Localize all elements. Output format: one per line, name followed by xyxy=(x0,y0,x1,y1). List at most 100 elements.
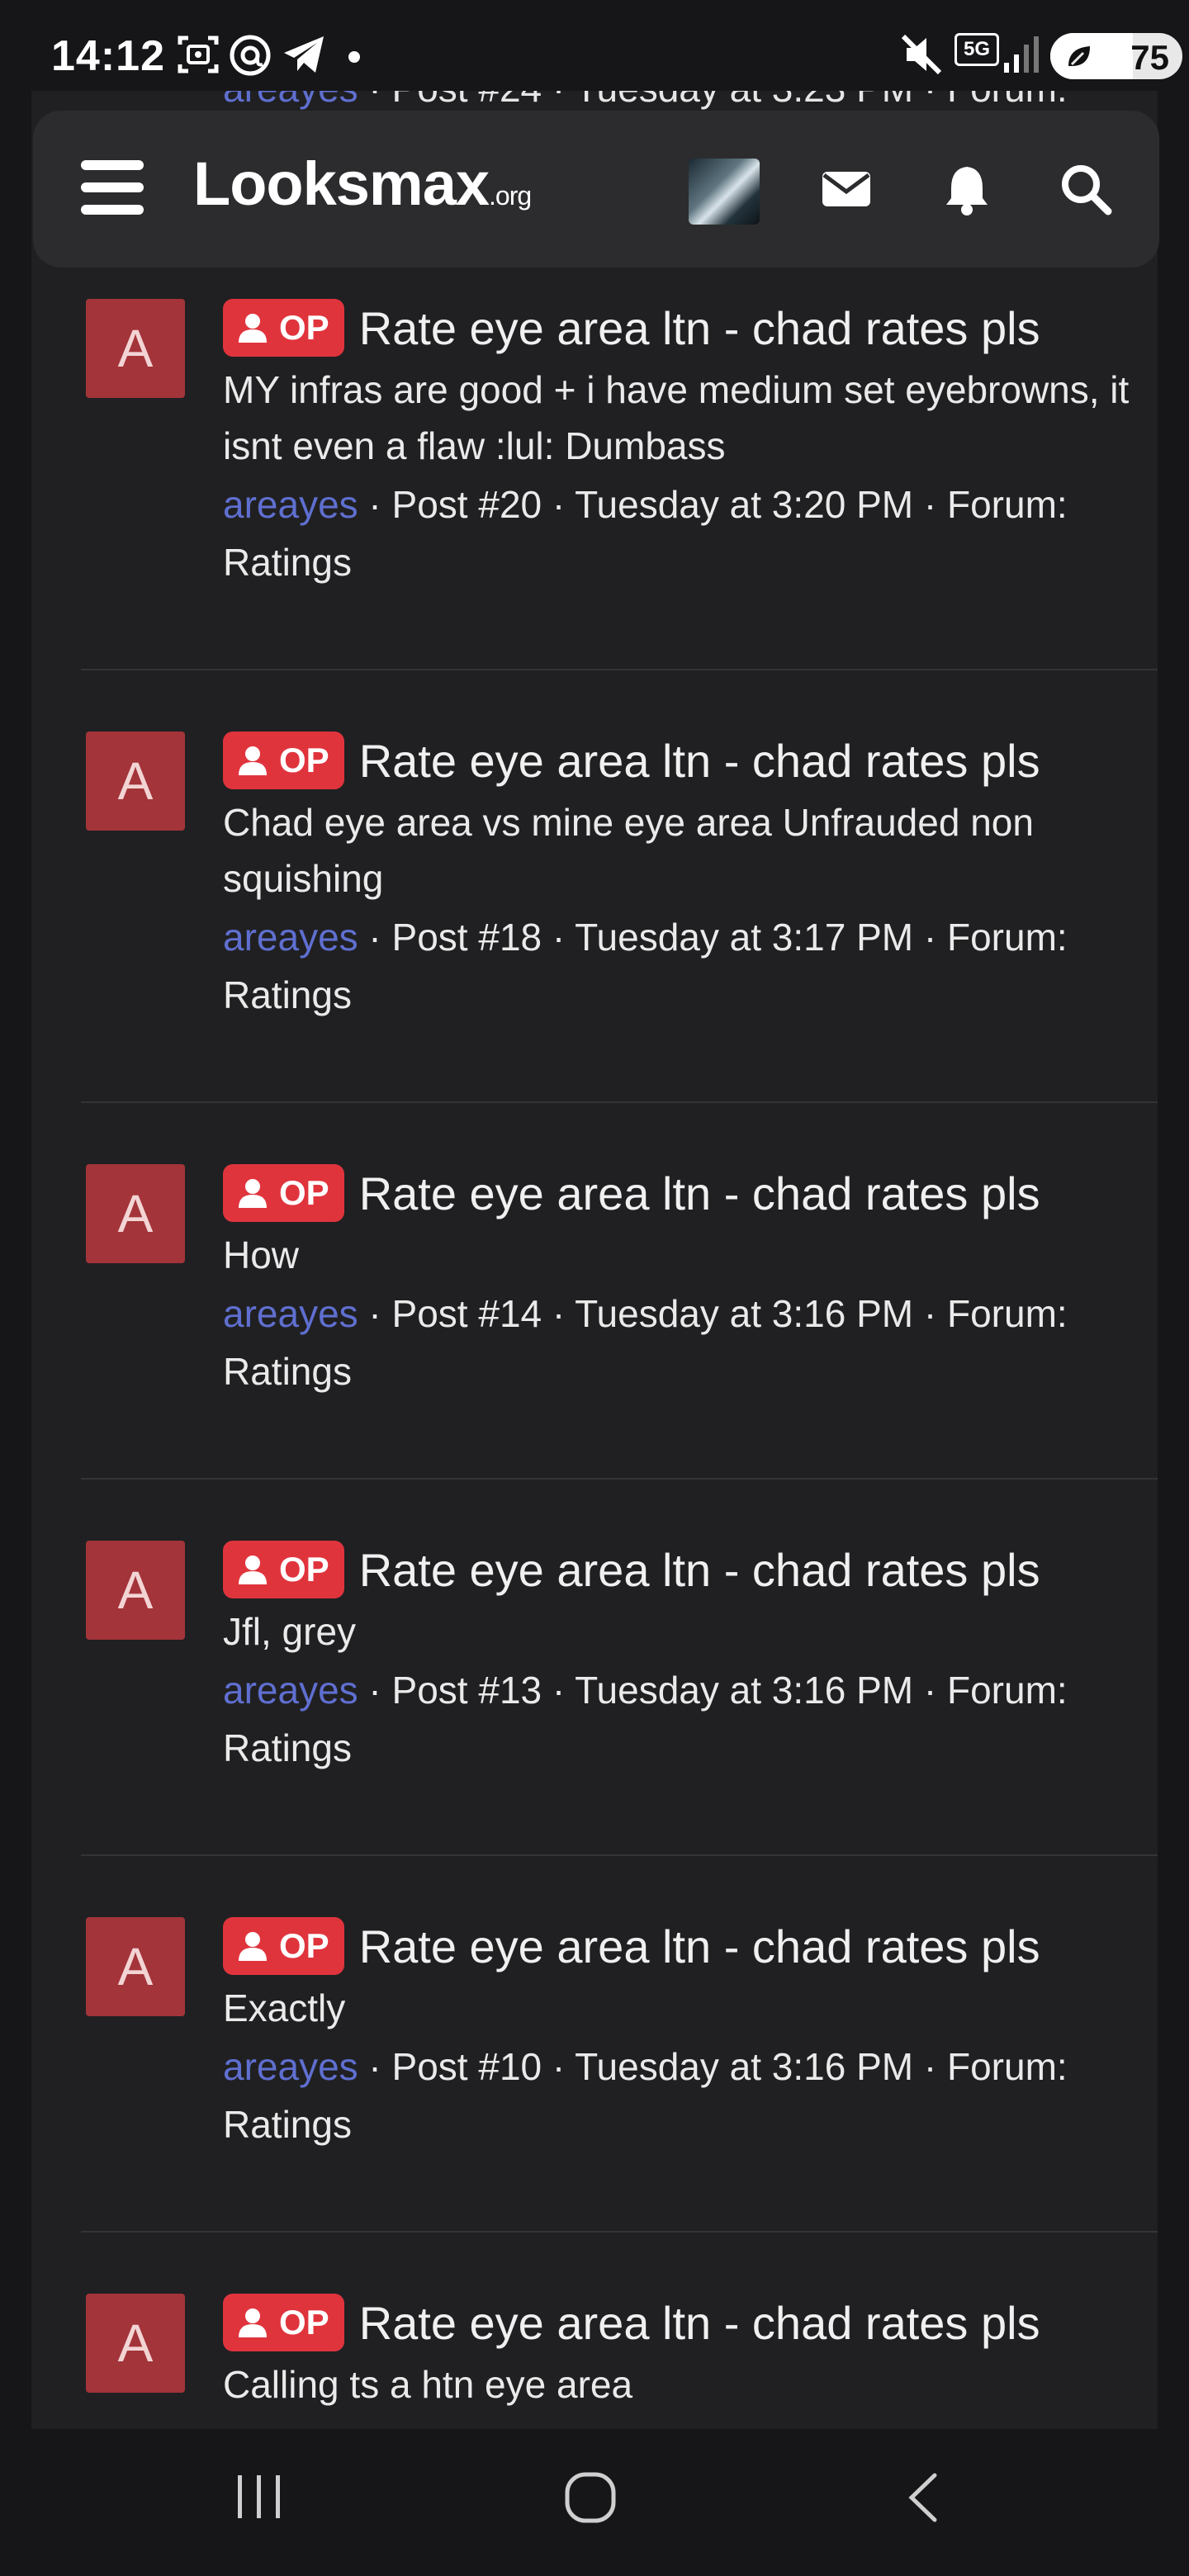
avatar[interactable]: A xyxy=(86,1541,185,1640)
post-title-line: OP Rate eye area ltn - chad rates pls xyxy=(223,1917,1139,1975)
username-link[interactable]: areayes xyxy=(223,1669,358,1712)
forum-link[interactable]: Ratings xyxy=(223,1350,352,1393)
post-divider xyxy=(81,1854,1158,1856)
post-title-line: OP Rate eye area ltn - chad rates pls xyxy=(223,732,1139,789)
forum-link[interactable]: Ratings xyxy=(223,541,352,584)
op-badge-label: OP xyxy=(279,1926,329,1965)
post-body: OP Rate eye area ltn - chad rates pls MY… xyxy=(223,299,1139,591)
mail-icon[interactable] xyxy=(817,160,875,218)
partial-meta-text: · Post #24 · Tuesday at 3:23 PM · Forum: xyxy=(358,91,1067,110)
battery-indicator: 75 xyxy=(1050,33,1182,79)
avatar[interactable]: A xyxy=(86,732,185,831)
avatar[interactable]: A xyxy=(86,1917,185,2016)
user-icon xyxy=(239,746,267,775)
partial-post-meta: areayes · Post #24 · Tuesday at 3:23 PM … xyxy=(223,91,1068,111)
search-icon[interactable] xyxy=(1057,160,1115,218)
username-link[interactable]: areayes xyxy=(223,483,358,526)
post-meta: areayes · Post #14 · Tuesday at 3:16 PM … xyxy=(223,1285,1139,1400)
threads-icon xyxy=(230,35,271,76)
op-badge-label: OP xyxy=(279,741,329,779)
post-meta: areayes · Post #18 · Tuesday at 3:17 PM … xyxy=(223,908,1139,1024)
telegram-icon xyxy=(284,36,324,73)
post-body: OP Rate eye area ltn - chad rates pls Ho… xyxy=(223,1164,1139,1400)
forum-link[interactable]: Ratings xyxy=(223,2103,352,2146)
post-meta-text: · Post #18 · Tuesday at 3:17 PM · Forum: xyxy=(358,916,1068,959)
screenshot-icon xyxy=(178,36,219,73)
post-meta-text: · Post #10 · Tuesday at 3:16 PM · Forum: xyxy=(358,2045,1068,2088)
post-title-line: OP Rate eye area ltn - chad rates pls xyxy=(223,2294,1139,2351)
post-title-link[interactable]: Rate eye area ltn - chad rates pls xyxy=(359,1920,1040,1973)
status-time: 14:12 xyxy=(51,32,165,80)
post-body: OP Rate eye area ltn - chad rates pls Ex… xyxy=(223,1917,1139,2153)
op-badge: OP xyxy=(223,2294,344,2351)
post-body: OP Rate eye area ltn - chad rates pls Jf… xyxy=(223,1541,1139,1777)
username-link[interactable]: areayes xyxy=(223,1292,358,1335)
partial-username-link[interactable]: areayes xyxy=(223,91,358,110)
post-title-link[interactable]: Rate eye area ltn - chad rates pls xyxy=(359,1543,1040,1597)
post-meta xyxy=(223,2414,1139,2429)
logo-text: Looksmax xyxy=(193,149,490,218)
op-badge: OP xyxy=(223,1541,344,1598)
power-saving-icon xyxy=(1068,46,1090,66)
post-meta-text: · Post #14 · Tuesday at 3:16 PM · Forum: xyxy=(358,1292,1068,1335)
op-badge-label: OP xyxy=(279,2303,329,2342)
avatar[interactable]: A xyxy=(86,1164,185,1263)
post-snippet: MY infras are good + i have medium set e… xyxy=(223,368,1130,467)
post-body: OP Rate eye area ltn - chad rates pls Ch… xyxy=(223,732,1139,1024)
post-body: OP Rate eye area ltn - chad rates pls Ca… xyxy=(223,2294,1139,2429)
site-header: Looksmax.org xyxy=(33,111,1159,268)
op-badge-label: OP xyxy=(279,1173,329,1212)
post-title-line: OP Rate eye area ltn - chad rates pls xyxy=(223,1541,1139,1598)
network-type: 5G xyxy=(955,33,999,66)
post-meta-text: · Post #20 · Tuesday at 3:20 PM · Forum: xyxy=(358,483,1068,526)
op-badge: OP xyxy=(223,732,344,789)
user-icon xyxy=(239,1179,267,1208)
bell-icon[interactable] xyxy=(938,160,996,218)
username-link[interactable]: areayes xyxy=(223,2045,358,2088)
post-title-link[interactable]: Rate eye area ltn - chad rates pls xyxy=(359,301,1040,355)
mute-icon xyxy=(901,34,942,75)
post-divider xyxy=(81,1478,1158,1480)
post-snippet: Calling ts a htn eye area xyxy=(223,2363,633,2406)
post-title-link[interactable]: Rate eye area ltn - chad rates pls xyxy=(359,734,1040,788)
op-badge: OP xyxy=(223,1917,344,1975)
avatar[interactable] xyxy=(689,159,760,225)
post-divider xyxy=(81,1101,1158,1103)
post-title-link[interactable]: Rate eye area ltn - chad rates pls xyxy=(359,1167,1040,1220)
system-nav-bar xyxy=(0,2429,1189,2576)
op-badge: OP xyxy=(223,1164,344,1222)
post-meta: areayes · Post #10 · Tuesday at 3:16 PM … xyxy=(223,2038,1139,2153)
avatar[interactable]: A xyxy=(86,299,185,398)
op-badge-label: OP xyxy=(279,1550,329,1589)
post-meta-text: · Post #13 · Tuesday at 3:16 PM · Forum: xyxy=(358,1669,1068,1712)
menu-icon[interactable] xyxy=(81,160,144,215)
post-title-link[interactable]: Rate eye area ltn - chad rates pls xyxy=(359,2296,1040,2350)
search-results-panel: areayes · Post #24 · Tuesday at 3:23 PM … xyxy=(31,91,1158,2429)
op-badge: OP xyxy=(223,299,344,357)
recents-icon[interactable] xyxy=(233,2470,286,2523)
post-divider xyxy=(81,669,1158,670)
user-icon xyxy=(239,314,267,343)
home-icon[interactable] xyxy=(563,2470,618,2525)
site-logo[interactable]: Looksmax.org xyxy=(193,149,532,219)
forum-link[interactable]: Ratings xyxy=(223,1726,352,1769)
post-meta: areayes · Post #20 · Tuesday at 3:20 PM … xyxy=(223,476,1139,591)
user-icon xyxy=(239,1932,267,1961)
notification-dot xyxy=(348,51,360,63)
post-snippet: Chad eye area vs mine eye area Unfrauded… xyxy=(223,801,1034,900)
post-title-line: OP Rate eye area ltn - chad rates pls xyxy=(223,1164,1139,1222)
post-divider xyxy=(81,2231,1158,2233)
post-snippet: Exactly xyxy=(223,1986,346,2029)
logo-suffix: .org xyxy=(489,181,532,211)
post-snippet: How xyxy=(223,1234,300,1276)
post-snippet: Jfl, grey xyxy=(223,1610,357,1653)
post-meta: areayes · Post #13 · Tuesday at 3:16 PM … xyxy=(223,1661,1139,1777)
post-title-line: OP Rate eye area ltn - chad rates pls xyxy=(223,299,1139,357)
forum-link[interactable]: Ratings xyxy=(223,973,352,1016)
op-badge-label: OP xyxy=(279,308,329,347)
avatar[interactable]: A xyxy=(86,2294,185,2393)
username-link[interactable]: areayes xyxy=(223,916,358,959)
back-icon[interactable] xyxy=(902,2470,943,2525)
user-icon xyxy=(239,1556,267,1584)
battery-level: 75 xyxy=(1130,38,1169,77)
